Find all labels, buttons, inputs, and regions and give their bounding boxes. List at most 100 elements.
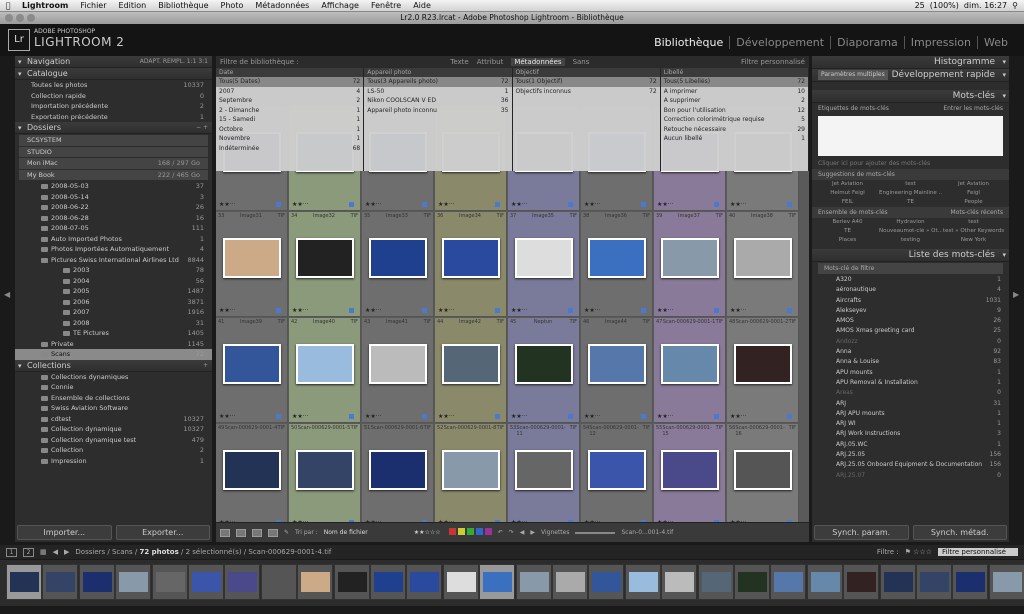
thumbnail-image[interactable] bbox=[661, 238, 719, 278]
volume-item[interactable]: My Book 222 / 465 Go bbox=[19, 169, 208, 180]
menu-bibliotheque[interactable]: Bibliothèque bbox=[152, 1, 214, 10]
collection-item[interactable]: cdtest 10327 bbox=[15, 414, 212, 425]
keyword-suggestions-title[interactable]: Suggestions de mots-clés bbox=[812, 169, 1009, 180]
thumbnail-image[interactable] bbox=[588, 450, 646, 490]
filter-row[interactable]: Appareil photo inconnu 35 bbox=[364, 106, 511, 116]
filmstrip-thumbnail[interactable] bbox=[952, 564, 989, 600]
thumbnail-cell[interactable]: 37 Image35 TIF ★★··· bbox=[508, 212, 580, 317]
thumbnail-cell[interactable]: 49Scan-000629-0001-4TIF★★··· bbox=[216, 424, 288, 522]
module-impression[interactable]: Impression bbox=[903, 36, 977, 49]
thumbnail-image[interactable] bbox=[661, 450, 719, 490]
keyword-suggestion[interactable]: Jet Aviation bbox=[942, 180, 1005, 189]
thumbnail-image[interactable] bbox=[369, 450, 427, 490]
thumbnail-cell[interactable]: 33 Image31 TIF ★★··· bbox=[216, 212, 288, 317]
window-1-button[interactable]: 1 bbox=[6, 547, 17, 557]
zoom-icon[interactable] bbox=[27, 14, 35, 22]
filter-preset[interactable]: Filtre personnalisé bbox=[741, 58, 805, 66]
keyword-suggestion[interactable]: TE bbox=[879, 198, 942, 207]
folder-item[interactable]: 2003 78 bbox=[15, 265, 212, 276]
filter-row[interactable]: 2007 4 bbox=[216, 87, 363, 97]
filter-row[interactable]: Bon pour l'utilisation 12 bbox=[661, 106, 808, 116]
thumbnail-image[interactable] bbox=[734, 344, 792, 384]
collection-item[interactable]: Impression 1 bbox=[15, 456, 212, 467]
filmstrip-thumbnail[interactable] bbox=[879, 564, 916, 600]
filter-column-header[interactable]: Libellé bbox=[660, 68, 808, 77]
catalog-header[interactable]: Catalogue bbox=[15, 68, 212, 80]
thumbnail-cell[interactable]: 48 Scan-000629-0001-2 TIF ★★··· bbox=[727, 318, 799, 423]
collection-item[interactable]: Ensemble de collections bbox=[15, 393, 212, 404]
filter-tab-attribut[interactable]: Attribut bbox=[477, 58, 504, 66]
collection-item[interactable]: Swiss Aviation Software bbox=[15, 403, 212, 414]
thumbnail-image[interactable] bbox=[296, 450, 354, 490]
collection-item[interactable]: Collection 2 bbox=[15, 445, 212, 456]
keyword-item[interactable]: ARJ.25.07 0 bbox=[812, 471, 1009, 481]
filter-row[interactable]: Tous(5 Libellés) 72 bbox=[660, 77, 808, 87]
thumbnail-cell[interactable]: 54Scan-000629-0001-12TIF★★··· bbox=[581, 424, 653, 522]
keyword-item[interactable]: A320 1 bbox=[812, 275, 1009, 285]
keyword-set-select[interactable]: Mots-clés récents bbox=[951, 207, 1003, 218]
filter-row[interactable]: Indéterminée 68 bbox=[216, 144, 363, 154]
collection-item[interactable]: Collections dynamiques bbox=[15, 372, 212, 383]
folder-item[interactable]: 2007 1916 bbox=[15, 307, 212, 318]
filmstrip-filter-select[interactable]: Filtre personnalisé bbox=[938, 548, 1018, 556]
clock[interactable]: dim. 16:27 bbox=[964, 1, 1007, 10]
filter-row[interactable]: Tous(5 Dates) 72 bbox=[216, 77, 364, 87]
thumbnail-cell[interactable]: 34 Image32 TIF ★★··· bbox=[289, 212, 361, 317]
filter-row[interactable]: 15 - Samedi 1 bbox=[216, 115, 363, 125]
menu-photo[interactable]: Photo bbox=[215, 1, 250, 10]
sync-meta-button[interactable]: Synch. métad. bbox=[912, 525, 1007, 540]
keyword-list-header[interactable]: Liste des mots-clés bbox=[812, 249, 1009, 262]
collection-item[interactable]: Collection dynamique 10327 bbox=[15, 424, 212, 435]
thumbnail-cell[interactable]: 42 Image40 TIF ★★··· bbox=[289, 318, 361, 423]
quick-develop-header[interactable]: Paramètres multiples Développement rapide bbox=[812, 69, 1009, 82]
thumbnail-image[interactable] bbox=[223, 238, 281, 278]
thumbnail-image[interactable] bbox=[442, 238, 500, 278]
thumbnail-cell[interactable]: 46 Image44 TIF ★★··· bbox=[581, 318, 653, 423]
filmstrip-thumbnail[interactable] bbox=[552, 564, 588, 600]
rotate-right-icon[interactable]: ↷ bbox=[509, 529, 514, 536]
painter-icon[interactable]: ✎ bbox=[284, 529, 289, 536]
folder-item[interactable]: Private 1145 bbox=[15, 339, 212, 350]
thumbnail-image[interactable] bbox=[442, 344, 500, 384]
thumbnail-cell[interactable]: 43 Image41 TIF ★★··· bbox=[362, 318, 434, 423]
thumbnail-image[interactable] bbox=[369, 344, 427, 384]
thumbnail-image[interactable] bbox=[515, 238, 573, 278]
thumbnail-image[interactable] bbox=[734, 238, 792, 278]
keyword-item[interactable]: ARJ Work Instructions 3 bbox=[812, 429, 1009, 439]
keyword-item[interactable]: Areas 0 bbox=[812, 388, 1009, 398]
thumbnail-cell[interactable]: 35 Image33 TIF ★★··· bbox=[362, 212, 434, 317]
folder-item[interactable]: 2008-07-05 111 bbox=[15, 223, 212, 234]
folder-item[interactable]: TE Pictures 1405 bbox=[15, 328, 212, 339]
sync-params-button[interactable]: Synch. param. bbox=[814, 525, 909, 540]
folder-item[interactable]: Pictures Swiss International Airlines Lt… bbox=[15, 255, 212, 266]
keyword-suggestion[interactable]: Feigl bbox=[942, 189, 1005, 198]
folder-item[interactable]: 2004 56 bbox=[15, 276, 212, 287]
menu-fichier[interactable]: Fichier bbox=[74, 1, 112, 10]
filter-row[interactable]: A supprimer 2 bbox=[661, 96, 808, 106]
folder-item[interactable]: 2008-05-14 3 bbox=[15, 192, 212, 203]
filter-row[interactable]: Octobre 1 bbox=[216, 125, 363, 135]
right-panel-toggle-icon[interactable]: ▶ bbox=[1013, 290, 1019, 299]
filmstrip-thumbnail[interactable] bbox=[988, 564, 1024, 600]
filter-tab-metadonnees[interactable]: Métadonnées bbox=[511, 58, 565, 66]
keyword-item[interactable]: Anna 92 bbox=[812, 347, 1009, 357]
filter-row[interactable]: Tous(3 Appareils photo) 72 bbox=[364, 77, 512, 87]
forward-icon[interactable]: ▶ bbox=[64, 548, 69, 556]
folder-item[interactable]: Photos Importées Automatiquement 4 bbox=[15, 244, 212, 255]
keyword-suggestion[interactable]: People bbox=[942, 198, 1005, 207]
collections-header[interactable]: Collections + bbox=[15, 359, 212, 372]
keyword-item[interactable]: Anna & Louise 83 bbox=[812, 357, 1009, 367]
keyword-item[interactable]: ARJ.25.05 156 bbox=[812, 450, 1009, 460]
module-developpement[interactable]: Développement bbox=[729, 36, 830, 49]
filmstrip-thumbnail[interactable] bbox=[188, 564, 224, 600]
apple-icon[interactable]:  bbox=[0, 1, 16, 10]
filter-column-header[interactable]: Objectif bbox=[512, 68, 660, 77]
filter-row[interactable]: 2 - Dimanche 1 bbox=[216, 106, 363, 116]
thumbnail-image[interactable] bbox=[588, 344, 646, 384]
color-labels[interactable] bbox=[447, 528, 492, 537]
keyword-filter-input[interactable]: Mots-clé de filtre bbox=[818, 263, 1003, 274]
keyword-item[interactable]: APU mounts 1 bbox=[812, 368, 1009, 378]
keyword-item[interactable]: Alekseyev 9 bbox=[812, 306, 1009, 316]
add-folder-icon[interactable]: − + bbox=[196, 122, 208, 134]
keyword-set-item[interactable]: New York bbox=[942, 236, 1005, 245]
